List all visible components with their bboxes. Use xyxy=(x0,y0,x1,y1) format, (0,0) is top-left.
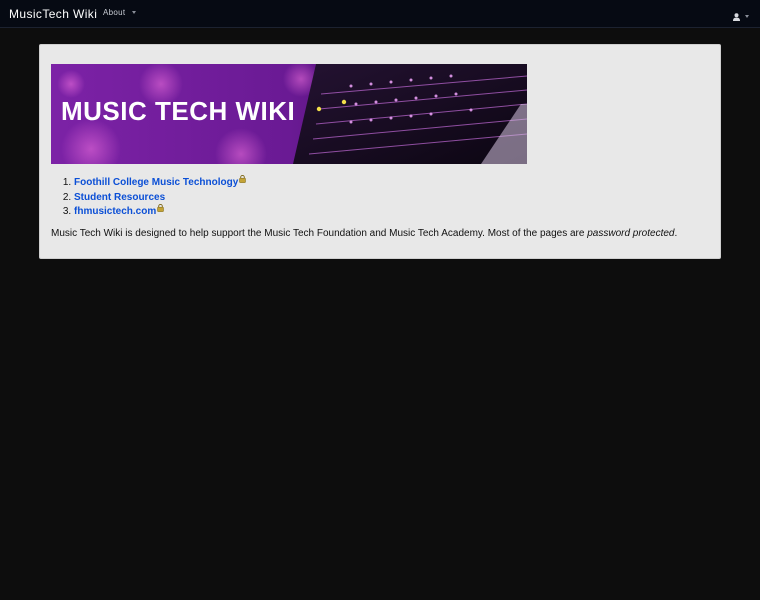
site-brand[interactable]: MusicTech Wiki xyxy=(9,7,97,21)
link-fhmusictech-com[interactable]: fhmusictech.com xyxy=(74,206,156,217)
about-menu-label: About xyxy=(103,8,126,17)
chevron-down-icon xyxy=(745,15,749,19)
description-end: . xyxy=(674,228,678,239)
main-content-panel: MUSIC TECH WIKI Foothill College Music T… xyxy=(39,44,721,259)
lock-icon xyxy=(239,175,247,183)
wiki-description: Music Tech Wiki is designed to help supp… xyxy=(51,228,677,239)
chevron-down-icon xyxy=(132,11,137,15)
banner-image: MUSIC TECH WIKI xyxy=(51,64,527,164)
link-foothill-college-music-technology[interactable]: Foothill College Music Technology xyxy=(74,177,238,188)
top-navbar: MusicTech Wiki About xyxy=(0,0,760,28)
link-student-resources[interactable]: Student Resources xyxy=(74,192,165,203)
list-item: Foothill College Music Technology xyxy=(74,175,247,191)
description-text: Music Tech Wiki is designed to help supp… xyxy=(51,228,588,239)
banner-title: MUSIC TECH WIKI xyxy=(61,96,295,126)
link-list: Foothill College Music Technology Studen… xyxy=(51,175,247,220)
lock-icon xyxy=(157,204,164,212)
user-menu[interactable] xyxy=(733,8,749,21)
about-menu[interactable]: About xyxy=(103,8,137,17)
list-item: Student Resources xyxy=(74,191,246,206)
description-emphasis: password protected xyxy=(587,228,675,239)
user-icon xyxy=(733,12,740,21)
list-item: fhmusictech.com xyxy=(74,204,246,220)
